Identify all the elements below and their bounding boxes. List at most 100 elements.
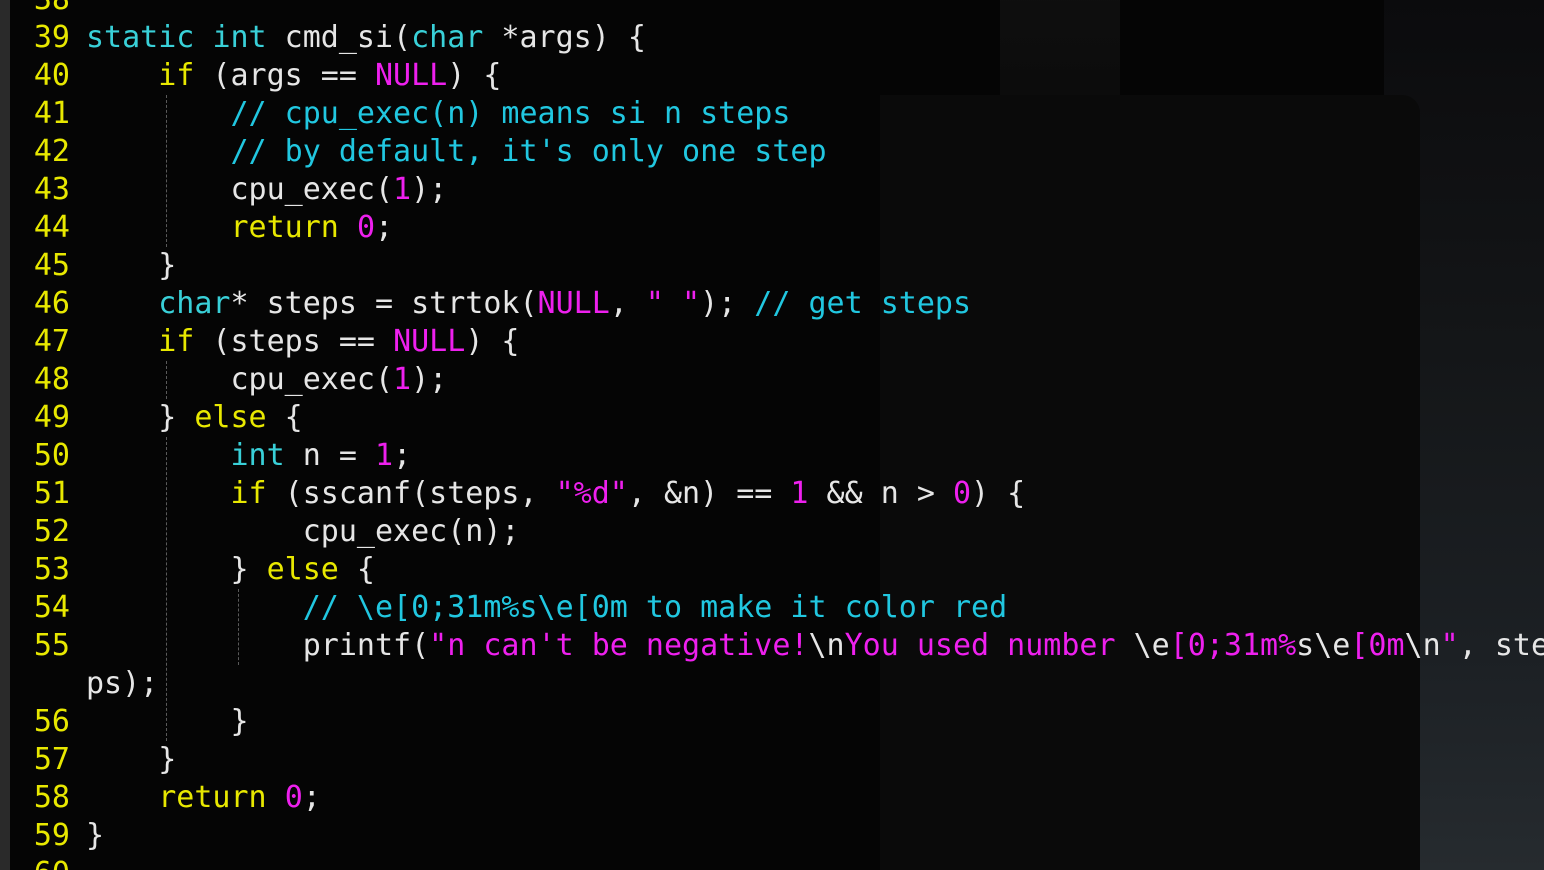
line-number: 60 xyxy=(18,855,70,870)
code-token: && n > xyxy=(808,476,953,511)
code-line[interactable]: 49 } else { xyxy=(0,399,1544,437)
line-text: return 0; xyxy=(86,779,321,817)
code-token: cmd_si( xyxy=(266,20,412,55)
code-token: "n can't be negative! xyxy=(429,628,809,663)
line-number: 40 xyxy=(33,58,70,93)
code-line[interactable]: 48 cpu_exec(1); xyxy=(0,361,1544,399)
code-token: ; xyxy=(302,780,321,815)
line-number: 46 xyxy=(33,286,70,321)
line-text: if (args == NULL) { xyxy=(86,57,501,95)
code-token: ); xyxy=(411,362,448,397)
code-view[interactable]: 3839static int cmd_si(char *args) {40 if… xyxy=(0,0,1544,870)
code-token: \n xyxy=(1404,628,1441,663)
code-token: } xyxy=(86,704,249,739)
code-token: \n xyxy=(808,628,845,663)
code-line[interactable]: 44 return 0; xyxy=(0,209,1544,247)
code-token: char xyxy=(411,20,484,55)
code-line[interactable]: 51 if (sscanf(steps, "%d", &n) == 1 && n… xyxy=(0,475,1544,513)
terminal-editor[interactable]: 3839static int cmd_si(char *args) {40 if… xyxy=(0,0,1544,870)
code-line[interactable]: ps); xyxy=(0,665,1544,703)
code-line[interactable]: 59} xyxy=(0,817,1544,855)
line-number: 54 xyxy=(33,590,70,625)
code-line[interactable]: 55 printf("n can't be negative!\nYou use… xyxy=(0,627,1544,665)
code-line[interactable]: 52 cpu_exec(n); xyxy=(0,513,1544,551)
code-line[interactable]: 41 // cpu_exec(n) means si n steps xyxy=(0,95,1544,133)
line-text: // by default, it's only one step xyxy=(86,133,827,171)
code-line[interactable]: 56 } xyxy=(0,703,1544,741)
code-line[interactable]: 43 cpu_exec(1); xyxy=(0,171,1544,209)
code-token: , xyxy=(609,286,646,321)
line-number: 56 xyxy=(33,704,70,739)
code-token: 1 xyxy=(790,476,809,511)
code-line[interactable]: 54 // \e[0;31m%s\e[0m to make it color r… xyxy=(0,589,1544,627)
code-token: 0 xyxy=(284,780,303,815)
code-token: } xyxy=(86,818,105,853)
code-token: cpu_exec( xyxy=(86,362,394,397)
code-token: int xyxy=(230,438,285,473)
code-line[interactable]: 50 int n = 1; xyxy=(0,437,1544,475)
code-token: ps); xyxy=(86,666,159,701)
code-token: \e xyxy=(1314,628,1351,663)
line-number: 52 xyxy=(33,514,70,549)
code-line[interactable]: 46 char* steps = strtok(NULL, " "); // g… xyxy=(0,285,1544,323)
code-token: // cpu_exec(n) means si n steps xyxy=(230,96,791,131)
code-token: // by default, it's only one step xyxy=(230,134,827,169)
line-text: char* steps = strtok(NULL, " "); // get … xyxy=(86,285,971,323)
code-token: ); xyxy=(411,172,448,207)
line-text: } xyxy=(86,817,104,855)
line-number: 49 xyxy=(33,400,70,435)
code-token: n = xyxy=(284,438,375,473)
line-text: printf("n can't be negative!\nYou used n… xyxy=(86,627,1544,665)
code-token: You used number xyxy=(844,628,1134,663)
code-line[interactable]: 57 } xyxy=(0,741,1544,779)
line-number: 43 xyxy=(33,172,70,207)
code-token: ) { xyxy=(447,58,502,93)
line-text: if (steps == NULL) { xyxy=(86,323,519,361)
line-number: 44 xyxy=(33,210,70,245)
code-line[interactable]: 40 if (args == NULL) { xyxy=(0,57,1544,95)
code-token: cpu_exec(n); xyxy=(86,514,520,549)
code-token: ; xyxy=(393,438,412,473)
code-token: (args == xyxy=(194,58,375,93)
line-number: 53 xyxy=(33,552,70,587)
code-line[interactable]: 60 xyxy=(0,855,1544,870)
line-text: int n = 1; xyxy=(86,437,412,475)
code-token: 0 xyxy=(356,210,375,245)
code-token: } xyxy=(86,742,177,777)
code-token: } xyxy=(86,248,177,283)
code-token: printf( xyxy=(86,628,430,663)
line-text: // cpu_exec(n) means si n steps xyxy=(86,95,791,133)
line-number: 51 xyxy=(33,476,70,511)
code-token: if xyxy=(158,58,195,93)
line-number: 58 xyxy=(33,780,70,815)
code-line[interactable]: 38 xyxy=(0,0,1544,19)
code-token: [0;31m% xyxy=(1169,628,1297,663)
code-token: if xyxy=(158,324,195,359)
line-number: 47 xyxy=(33,324,70,359)
line-number: 41 xyxy=(33,96,70,131)
code-line[interactable]: 45 } xyxy=(0,247,1544,285)
code-line[interactable]: 58 return 0; xyxy=(0,779,1544,817)
code-token: " xyxy=(1440,628,1459,663)
line-text: } xyxy=(86,703,249,741)
line-number: 42 xyxy=(33,134,70,169)
code-token: 0 xyxy=(952,476,972,511)
line-text: } else { xyxy=(86,551,375,589)
code-line[interactable]: 39 static int cmd_si(char *args) { xyxy=(0,19,1544,57)
code-token: (steps == xyxy=(194,324,394,359)
code-line[interactable]: 53 } else { xyxy=(0,551,1544,589)
code-line[interactable]: 42 // by default, it's only one step xyxy=(0,133,1544,171)
line-text: } xyxy=(86,247,176,285)
code-line[interactable]: 47 if (steps == NULL) { xyxy=(0,323,1544,361)
code-token: (sscanf(steps, xyxy=(266,476,556,511)
line-number: 45 xyxy=(33,248,70,283)
code-token: static xyxy=(86,20,195,55)
